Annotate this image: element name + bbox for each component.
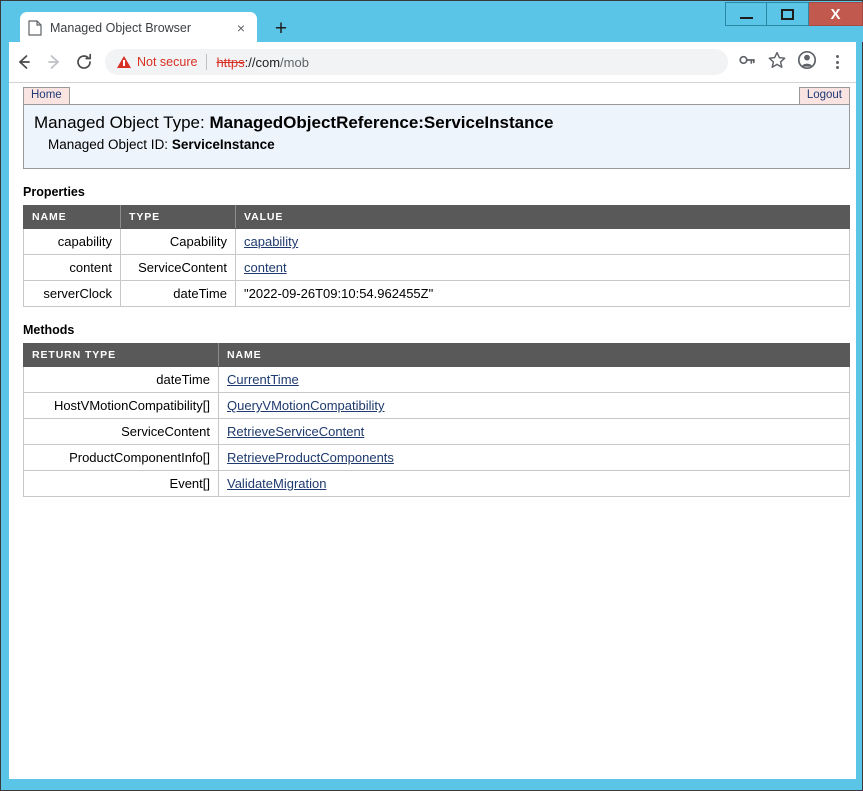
table-row: dateTime CurrentTime	[23, 366, 850, 393]
table-row: ServiceContent RetrieveServiceContent	[23, 418, 850, 445]
method-name: ValidateMigration	[218, 470, 850, 497]
table-row: serverClock dateTime "2022-09-26T09:10:5…	[23, 280, 850, 307]
property-value-link[interactable]: capability	[244, 234, 298, 249]
method-link[interactable]: RetrieveServiceContent	[227, 424, 364, 439]
star-icon	[767, 50, 787, 75]
minimize-icon	[739, 16, 753, 19]
tab-title: Managed Object Browser	[50, 20, 192, 35]
table-row: Event[] ValidateMigration	[23, 470, 850, 497]
properties-column-name: NAME	[23, 205, 121, 229]
managed-object-id-label: Managed Object ID:	[48, 136, 169, 152]
password-manager-button[interactable]	[732, 47, 762, 77]
property-type: dateTime	[120, 280, 236, 307]
three-dot-menu-icon	[835, 55, 839, 69]
home-tab[interactable]: Home	[23, 87, 70, 104]
minimize-button[interactable]	[725, 2, 767, 26]
method-return-type: ProductComponentInfo[]	[23, 444, 219, 471]
property-value-link[interactable]: content	[244, 260, 287, 275]
method-name: QueryVMotionCompatibility	[218, 392, 850, 419]
bookmark-button[interactable]	[762, 47, 792, 77]
forward-button	[39, 47, 69, 77]
method-name: CurrentTime	[218, 366, 850, 393]
back-button[interactable]	[9, 47, 39, 77]
forward-arrow-icon	[44, 52, 64, 72]
method-name: RetrieveProductComponents	[218, 444, 850, 471]
methods-table: RETURN TYPE NAME dateTime CurrentTime Ho…	[23, 343, 850, 497]
properties-column-type: TYPE	[120, 205, 236, 229]
url-host: ://com	[244, 54, 281, 70]
table-row: capability Capability capability	[23, 228, 850, 255]
property-type: ServiceContent	[120, 254, 236, 281]
property-type: Capability	[120, 228, 236, 255]
methods-column-return-type: RETURN TYPE	[23, 343, 219, 367]
method-link[interactable]: RetrieveProductComponents	[227, 450, 394, 465]
back-arrow-icon	[14, 52, 34, 72]
property-value: capability	[235, 228, 850, 255]
property-name: content	[23, 254, 121, 281]
maximize-button[interactable]	[767, 2, 809, 26]
method-link[interactable]: CurrentTime	[227, 372, 299, 387]
managed-object-type-value: ManagedObjectReference:ServiceInstance	[209, 113, 554, 132]
account-avatar-icon	[796, 49, 818, 76]
method-return-type: HostVMotionCompatibility[]	[23, 392, 219, 419]
table-row: HostVMotionCompatibility[] QueryVMotionC…	[23, 392, 850, 419]
page-icon	[28, 19, 42, 36]
toolbar-icon-group	[732, 47, 856, 77]
close-window-button[interactable]: X	[809, 2, 863, 26]
properties-section-title: Properties	[23, 185, 85, 199]
method-name: RetrieveServiceContent	[218, 418, 850, 445]
profile-button[interactable]	[792, 47, 822, 77]
browser-tab[interactable]: Managed Object Browser ×	[20, 12, 257, 43]
managed-object-header: Managed Object Type: ManagedObjectRefere…	[23, 104, 850, 169]
address-bar[interactable]: Not secure https://com/mob	[105, 49, 728, 75]
properties-table: NAME TYPE VALUE capability Capability ca…	[23, 205, 850, 307]
method-return-type: ServiceContent	[23, 418, 219, 445]
reload-icon	[74, 52, 94, 72]
methods-section-title: Methods	[23, 323, 75, 337]
managed-object-type-label: Managed Object Type:	[34, 113, 205, 132]
url-path: /mob	[280, 54, 309, 70]
property-value: content	[235, 254, 850, 281]
url-text: https://com/mob	[216, 55, 309, 70]
property-name: serverClock	[23, 280, 121, 307]
method-link[interactable]: ValidateMigration	[227, 476, 326, 491]
close-icon: X	[830, 5, 841, 23]
warning-triangle-icon	[117, 56, 131, 68]
browser-menu-button[interactable]	[822, 47, 852, 77]
table-row: content ServiceContent content	[23, 254, 850, 281]
properties-header-row: NAME TYPE VALUE	[23, 205, 850, 229]
url-scheme: https	[216, 54, 245, 70]
maximize-icon	[781, 8, 794, 20]
properties-column-value: VALUE	[235, 205, 850, 229]
managed-object-type-line: Managed Object Type: ManagedObjectRefere…	[34, 112, 849, 135]
security-status-label: Not secure	[137, 55, 198, 69]
reload-button[interactable]	[69, 47, 99, 77]
new-tab-button[interactable]: +	[268, 15, 294, 41]
window-controls: X	[725, 2, 863, 26]
browser-toolbar: Not secure https://com/mob	[9, 42, 856, 83]
method-return-type: Event[]	[23, 470, 219, 497]
key-icon	[737, 50, 757, 75]
method-link[interactable]: QueryVMotionCompatibility	[227, 398, 385, 413]
methods-column-name: NAME	[218, 343, 850, 367]
managed-object-id-value: ServiceInstance	[171, 136, 275, 152]
logout-tab[interactable]: Logout	[798, 87, 850, 104]
managed-object-id-line: Managed Object ID: ServiceInstance	[34, 135, 849, 155]
table-row: ProductComponentInfo[] RetrieveProductCo…	[23, 444, 850, 471]
browser-window: Managed Object Browser × + X Not secure …	[0, 0, 863, 791]
title-bar: Managed Object Browser × + X	[2, 2, 863, 43]
page-content: Home Logout Managed Object Type: Managed…	[9, 83, 856, 779]
methods-header-row: RETURN TYPE NAME	[23, 343, 850, 367]
property-value: "2022-09-26T09:10:54.962455Z"	[235, 280, 850, 307]
method-return-type: dateTime	[23, 366, 219, 393]
mob-tab-strip: Home Logout	[23, 87, 850, 104]
close-tab-icon[interactable]: ×	[233, 20, 249, 36]
property-name: capability	[23, 228, 121, 255]
omnibox-divider	[206, 54, 208, 70]
